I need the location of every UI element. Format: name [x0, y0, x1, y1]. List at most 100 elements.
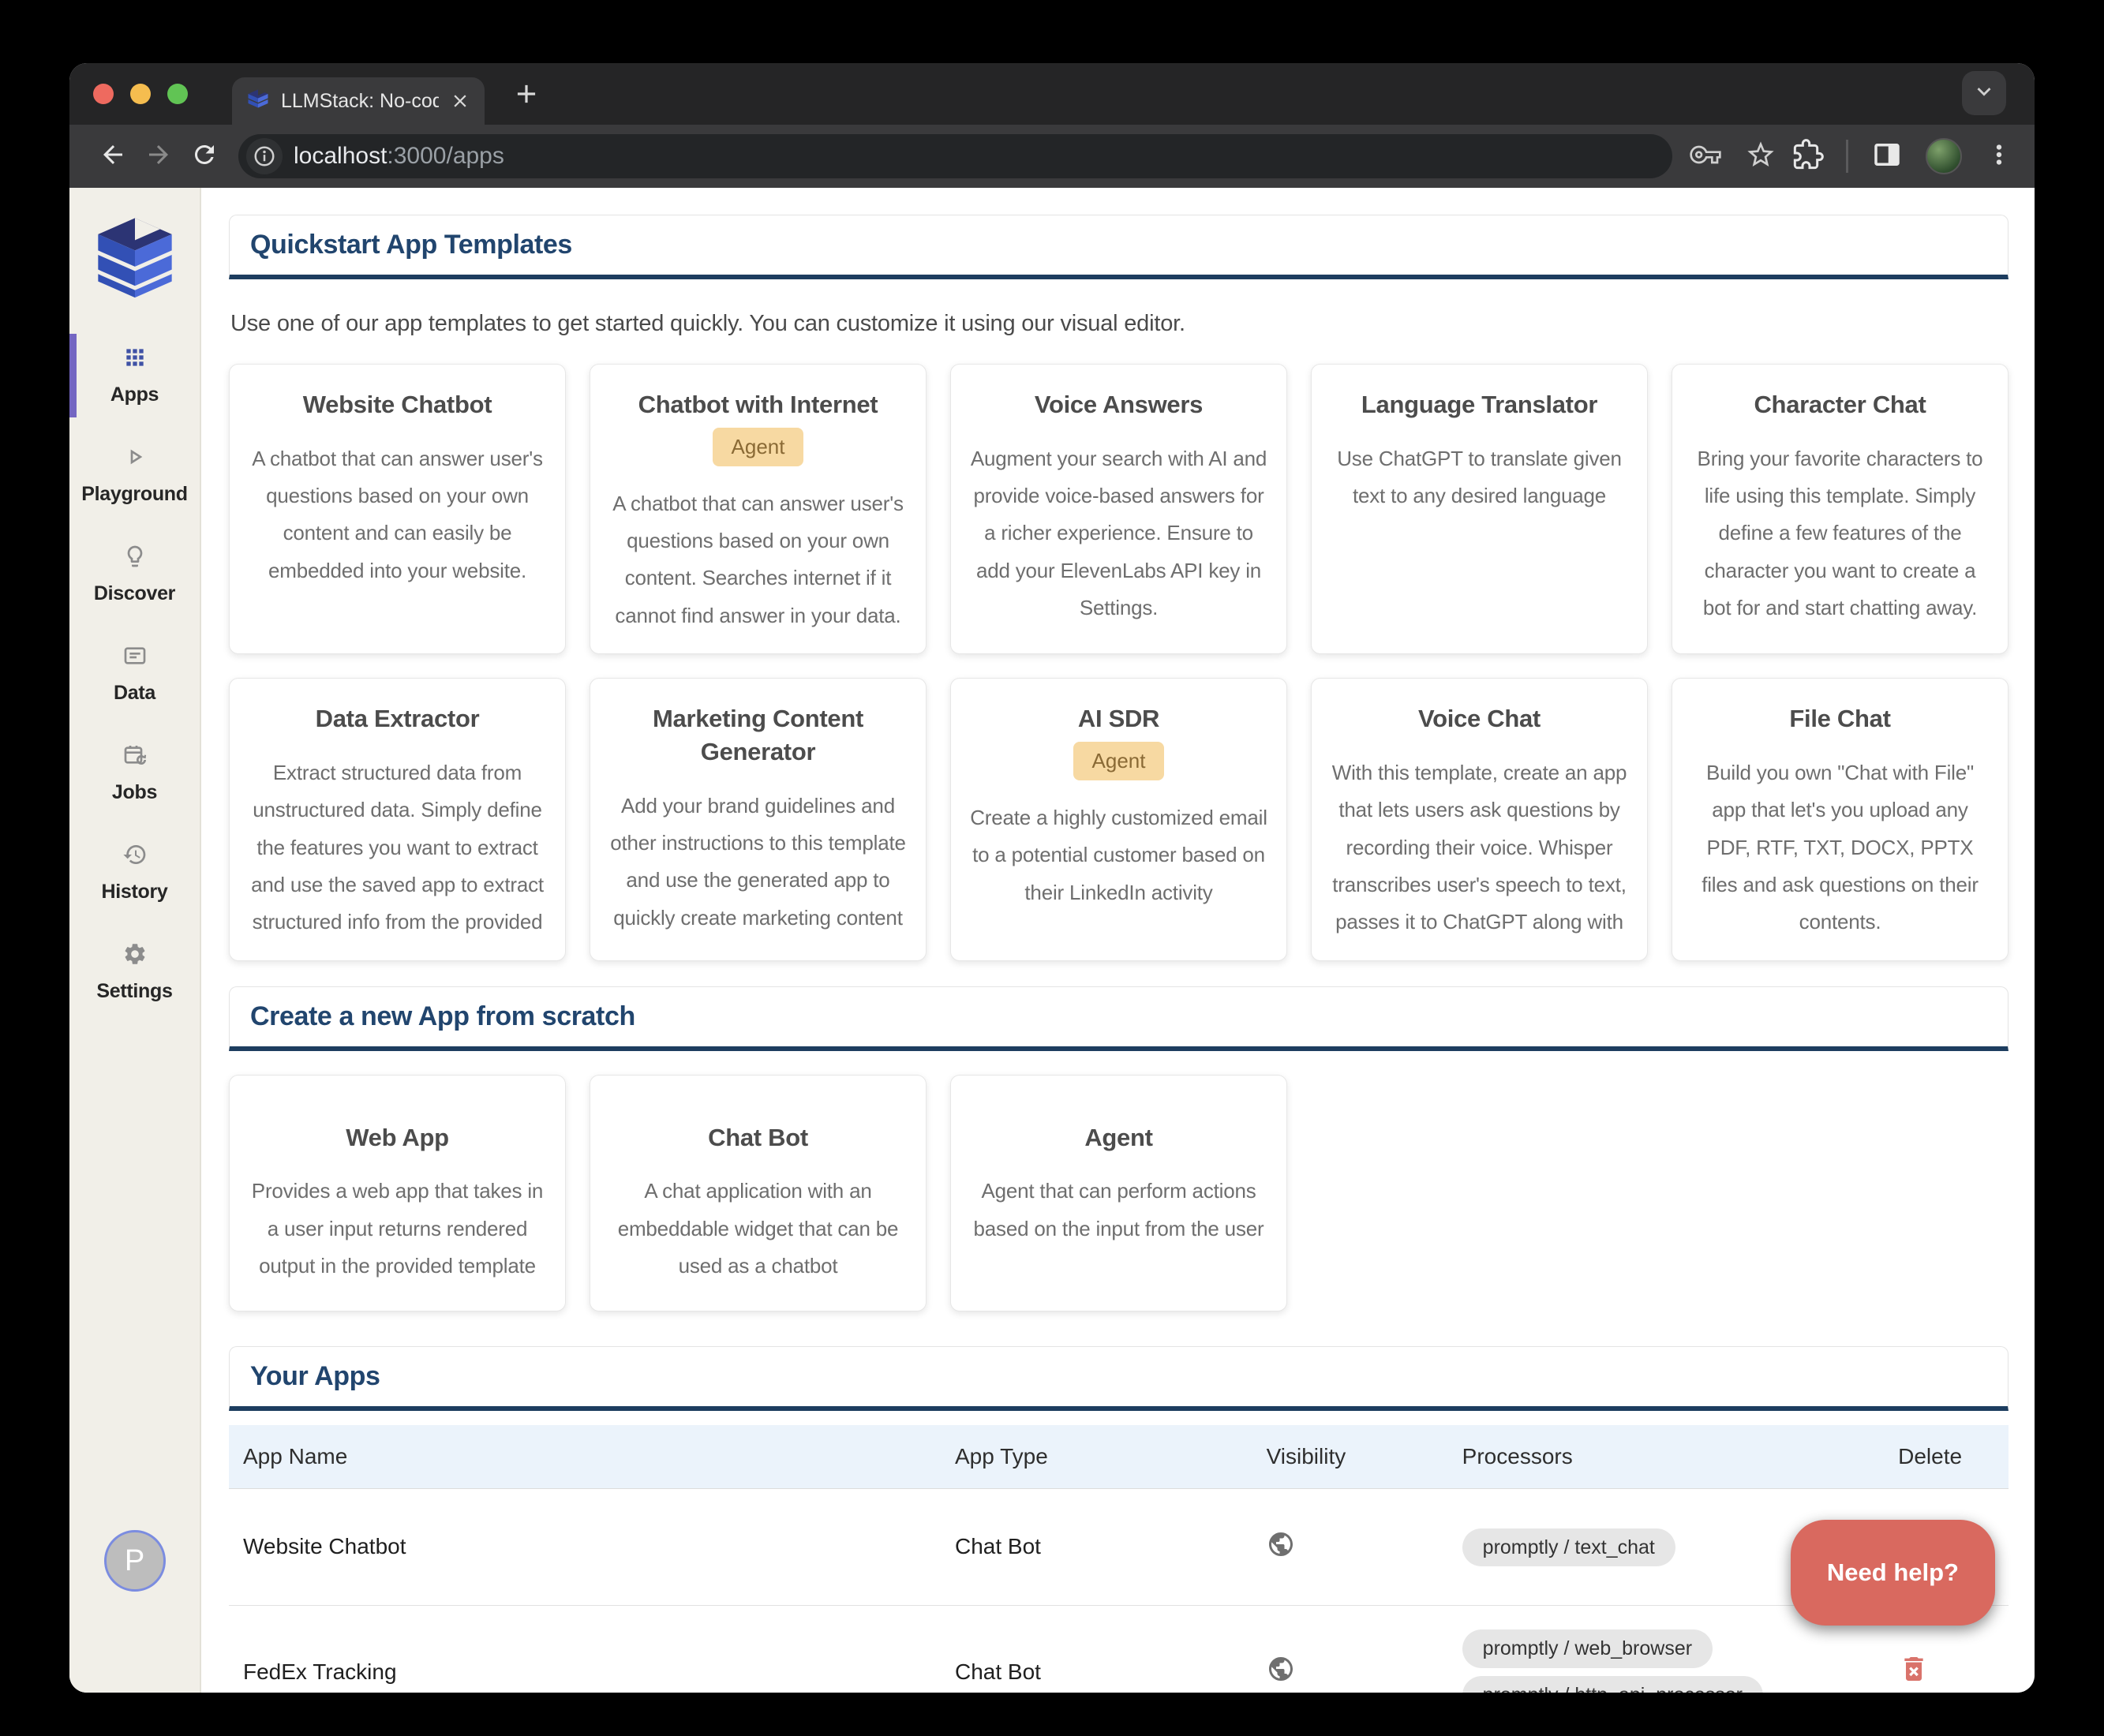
templates-section-header: Quickstart App Templates — [229, 215, 2009, 279]
scratch-card-agent[interactable]: Agent Agent that can perform actions bas… — [950, 1075, 1287, 1311]
apps-grid-icon — [122, 345, 148, 374]
sidebar-item-label: Data — [114, 682, 155, 705]
section-title: Your Apps — [250, 1361, 380, 1392]
minimize-window-button[interactable] — [130, 84, 151, 104]
card-description: Agent that can perform actions based on … — [968, 1173, 1269, 1248]
card-description: A chatbot that can answer user's questio… — [247, 440, 548, 589]
forward-button[interactable] — [136, 133, 182, 179]
new-tab-button[interactable] — [505, 73, 548, 115]
card-title: Voice Chat — [1329, 702, 1630, 735]
template-card-website-chatbot[interactable]: Website Chatbot A chatbot that can answe… — [229, 364, 566, 654]
browser-tab[interactable]: LLMStack: No-code platform — [232, 77, 485, 125]
card-title: File Chat — [1690, 702, 1990, 735]
site-info-icon[interactable] — [246, 138, 283, 174]
card-title: Web App — [247, 1121, 548, 1154]
play-icon — [122, 444, 148, 473]
col-app-type: App Type — [941, 1425, 1252, 1489]
templates-subtitle: Use one of our app templates to get star… — [230, 311, 2007, 337]
template-card-grid: Website Chatbot A chatbot that can answe… — [229, 364, 2009, 961]
template-card-data-extractor[interactable]: Data Extractor Extract structured data f… — [229, 678, 566, 960]
card-description: Build you own "Chat with File" app that … — [1690, 754, 1990, 941]
template-card-language-translator[interactable]: Language Translator Use ChatGPT to trans… — [1311, 364, 1648, 654]
card-title: Data Extractor — [247, 702, 548, 735]
processor-chip: promptly / http_api_processor — [1462, 1676, 1763, 1693]
jobs-calendar-icon — [122, 743, 148, 772]
side-panel-icon[interactable] — [1870, 138, 1904, 175]
chevron-down-icon — [1971, 78, 1997, 109]
scratch-card-grid: Web App Provides a web app that takes in… — [229, 1075, 2009, 1311]
col-app-name: App Name — [229, 1425, 941, 1489]
sidebar-item-label: Discover — [94, 582, 175, 605]
main-content: Quickstart App Templates Use one of our … — [201, 188, 2035, 1693]
history-clock-icon — [122, 842, 148, 871]
template-card-file-chat[interactable]: File Chat Build you own "Chat with File"… — [1672, 678, 2009, 960]
sidebar-item-label: Jobs — [112, 781, 157, 804]
profile-avatar[interactable] — [1926, 138, 1962, 174]
sidebar-item-playground[interactable]: Playground — [69, 425, 200, 525]
sidebar-item-apps[interactable]: Apps — [69, 326, 200, 425]
table-row: FedEx Tracking Chat Bot promptly / web_b… — [229, 1605, 2009, 1693]
address-bar[interactable]: localhost:3000/apps — [238, 134, 1672, 178]
sidebar: Apps Playground Discover — [69, 188, 201, 1693]
kebab-menu-icon[interactable] — [1984, 140, 2014, 174]
sidebar-item-history[interactable]: History — [69, 823, 200, 922]
sidebar-item-settings[interactable]: Settings — [69, 922, 200, 1022]
card-title: AI SDR — [968, 702, 1269, 735]
back-icon — [99, 140, 127, 173]
scratch-card-web-app[interactable]: Web App Provides a web app that takes in… — [229, 1075, 566, 1311]
sidebar-item-label: History — [101, 881, 167, 904]
llmstack-logo[interactable] — [91, 208, 179, 305]
app-type-cell: Chat Bot — [941, 1488, 1252, 1605]
section-title: Create a new App from scratch — [250, 1001, 635, 1032]
processor-chip: promptly / web_browser — [1462, 1629, 1713, 1668]
card-description: A chat application with an embeddable wi… — [608, 1173, 908, 1285]
template-card-voice-answers[interactable]: Voice Answers Augment your search with A… — [950, 364, 1287, 654]
scratch-card-chat-bot[interactable]: Chat Bot A chat application with an embe… — [590, 1075, 927, 1311]
app-name-link[interactable]: FedEx Tracking — [229, 1605, 941, 1693]
extensions-icon[interactable] — [1792, 139, 1824, 174]
reload-button[interactable] — [182, 133, 227, 179]
card-description: Add your brand guidelines and other inst… — [608, 788, 908, 937]
close-tab-icon[interactable] — [450, 91, 470, 111]
template-card-voice-chat[interactable]: Voice Chat With this template, create an… — [1311, 678, 1648, 960]
agent-badge: Agent — [713, 428, 804, 466]
avatar-letter: P — [125, 1544, 144, 1578]
card-title: Marketing Content Generator — [608, 702, 908, 769]
trash-icon — [1898, 1675, 1930, 1687]
card-description: Augment your search with AI and provide … — [968, 440, 1269, 627]
your-apps-table: App Name App Type Visibility Processors … — [229, 1425, 2009, 1693]
card-title: Language Translator — [1329, 388, 1630, 421]
close-window-button[interactable] — [93, 84, 114, 104]
need-help-button[interactable]: Need help? — [1791, 1520, 1995, 1626]
template-card-marketing-content-generator[interactable]: Marketing Content Generator Add your bra… — [590, 678, 927, 960]
bookmark-star-icon[interactable] — [1745, 139, 1776, 174]
back-button[interactable] — [90, 133, 136, 179]
user-avatar[interactable]: P — [104, 1530, 166, 1592]
reload-icon — [190, 140, 219, 173]
template-card-character-chat[interactable]: Character Chat Bring your favorite chara… — [1672, 364, 2009, 654]
toolbar-divider — [1846, 140, 1848, 173]
data-folder-icon — [122, 643, 148, 672]
lightbulb-icon — [122, 544, 148, 573]
browser-window: LLMStack: No-code platform — [69, 63, 2035, 1693]
sidebar-item-discover[interactable]: Discover — [69, 525, 200, 624]
app-name-link[interactable]: Website Chatbot — [229, 1488, 941, 1605]
sidebar-item-data[interactable]: Data — [69, 624, 200, 724]
llmstack-favicon-icon — [246, 88, 270, 115]
browser-toolbar: localhost:3000/apps — [69, 125, 2035, 188]
tab-title: LLMStack: No-code platform — [281, 90, 439, 113]
scratch-section-header: Create a new App from scratch — [229, 986, 2009, 1051]
delete-app-button[interactable] — [1898, 1653, 1930, 1687]
password-key-icon[interactable] — [1690, 139, 1721, 174]
card-title: Agent — [968, 1121, 1269, 1154]
sidebar-item-label: Playground — [81, 483, 188, 506]
card-description: Extract structured data from unstructure… — [247, 754, 548, 941]
col-processors: Processors — [1448, 1425, 1884, 1489]
processor-chip-stack: promptly / web_browser promptly / http_a… — [1462, 1629, 1870, 1693]
sidebar-item-label: Apps — [110, 383, 159, 406]
template-card-ai-sdr[interactable]: AI SDR Agent Create a highly customized … — [950, 678, 1287, 960]
sidebar-item-jobs[interactable]: Jobs — [69, 724, 200, 823]
template-card-chatbot-with-internet[interactable]: Chatbot with Internet Agent A chatbot th… — [590, 364, 927, 654]
zoom-window-button[interactable] — [167, 84, 188, 104]
tab-search-button[interactable] — [1962, 71, 2006, 115]
